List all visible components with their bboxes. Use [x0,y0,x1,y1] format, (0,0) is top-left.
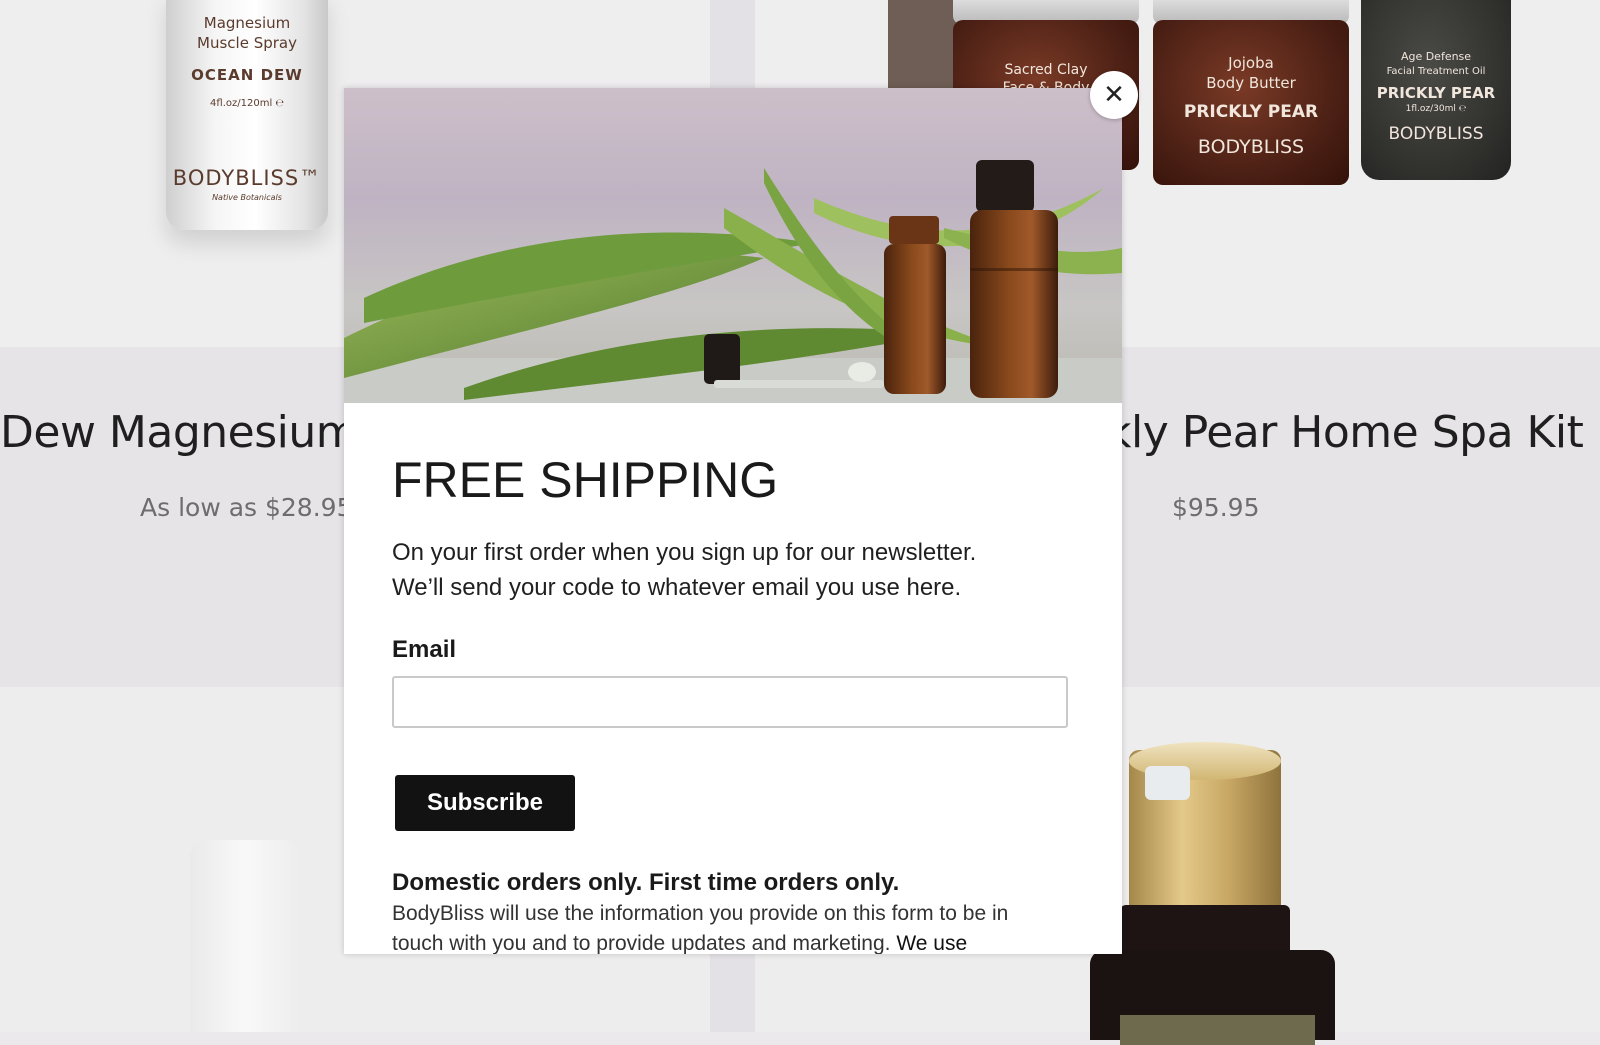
subscribe-button[interactable]: Subscribe [395,775,575,831]
eucalyptus-oil-bottles-image [344,160,1122,403]
jar-text-line: Facial Treatment Oil [1386,66,1486,77]
close-button[interactable]: ✕ [1090,71,1138,119]
jar-brand-logo: BODYBLISS [1388,124,1484,144]
product-price: As low as $28.95 [140,493,353,522]
modal-hero-image [344,88,1122,403]
bottle-text-line: 4fl.oz/120ml ℮ [210,98,284,109]
product-price: $95.95 [1172,493,1260,522]
product-title[interactable]: Dew Magnesium [0,407,359,458]
jar-text-line: Jojoba [1228,54,1274,72]
legal-text: touch with you and to provide updates an… [392,932,891,954]
jar-text-line: Age Defense [1400,50,1472,63]
bottle-text-line: Muscle Spray [197,34,297,52]
bottle-text-line: Magnesium [203,14,291,32]
spray-bottle-image: Magnesium Muscle Spray OCEAN DEW 4fl.oz/… [166,0,328,230]
bottle-label [1120,1015,1315,1045]
bottle-age-defense-oil: Age Defense Facial Treatment Oil PRICKLY… [1361,0,1511,180]
jar-text-line: Body Butter [1206,74,1296,92]
modal-title: FREE SHIPPING [392,452,779,508]
jar-text-line: PRICKLY PEAR [1376,84,1496,102]
jar-text-line: PRICKLY PEAR [1183,102,1319,122]
modal-subtitle: On your first order when you sign up for… [392,539,977,566]
jar-text-line: 1fl.oz/30ml ℮ [1405,104,1467,114]
jar-brand-logo: BODYBLISS [1197,136,1305,158]
jar-jojoba-body-butter: Jojoba Body Butter PRICKLY PEAR BODYBLIS… [1153,20,1349,185]
legal-text: BodyBliss will use the information you p… [392,902,1009,925]
eligibility-note: Domestic orders only. First time orders … [392,869,900,896]
product-title[interactable]: kly Pear Home Spa Kit [1106,407,1584,458]
privacy-link[interactable]: We use [896,932,967,954]
legal-text-line: touch with you and to provide updates an… [392,932,967,954]
close-icon: ✕ [1103,80,1125,110]
modal-subtitle: We’ll send your code to whatever email y… [392,574,962,601]
email-field[interactable] [392,676,1068,728]
newsletter-modal: FREE SHIPPING On your first order when y… [344,88,1122,954]
email-label: Email [392,636,457,663]
bottle-brand-logo: BODYBLISS™ [172,166,322,190]
pump-bottle-image [190,840,300,1032]
bottle-text-line: OCEAN DEW [191,66,303,84]
bottle-text-line: Native Botanicals [212,193,282,202]
bottle-cap-tab [1145,766,1190,800]
